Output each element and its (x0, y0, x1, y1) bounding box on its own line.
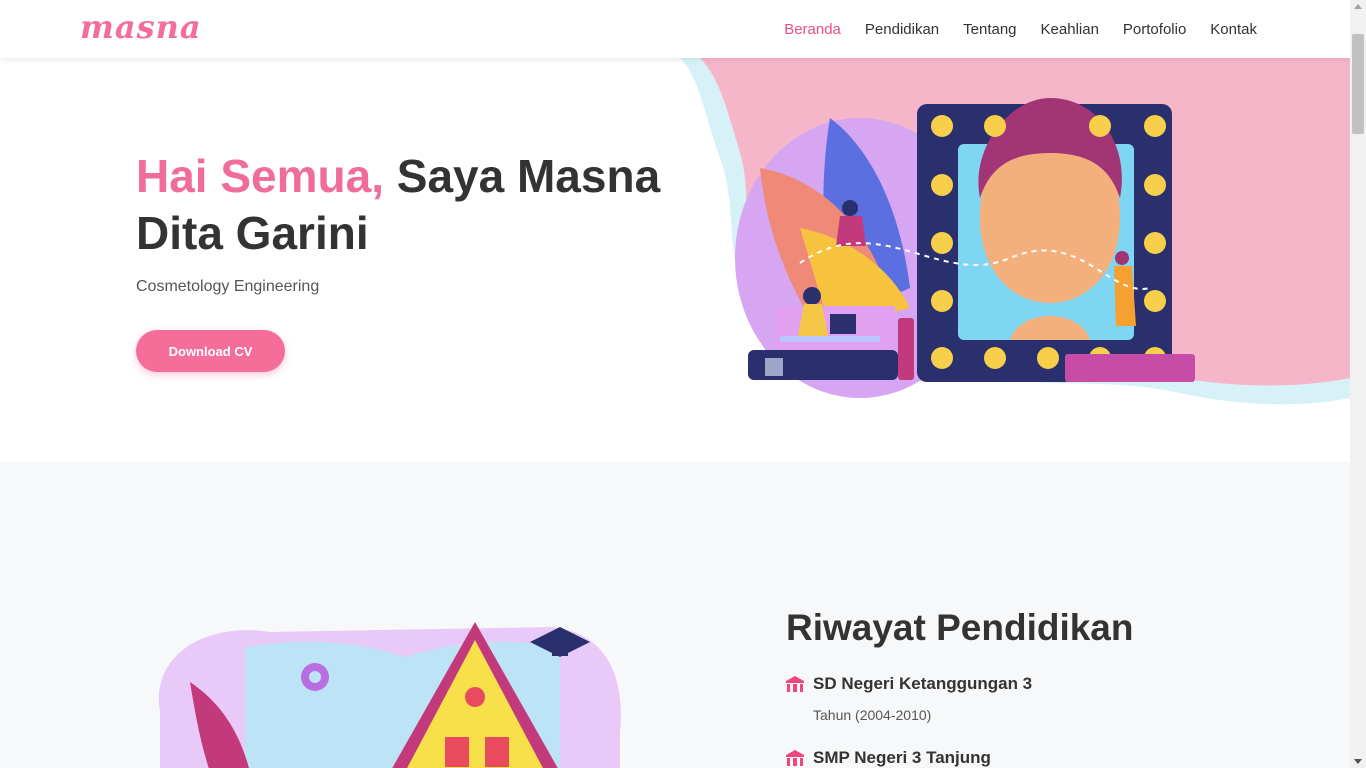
page: masna Beranda Pendidikan Tentang Keahlia… (0, 0, 1350, 768)
education-title: Riwayat Pendidikan (786, 607, 1134, 648)
hero-illustration (680, 58, 1350, 405)
scroll-down-arrow-icon[interactable] (1354, 759, 1362, 764)
nav-item-kontak[interactable]: Kontak (1210, 21, 1257, 38)
education-illustration (158, 622, 621, 768)
school-icon (786, 676, 804, 692)
hero-greeting: Hai Semua, (136, 150, 384, 202)
school-name: SD Negeri Ketanggungan 3 (813, 674, 1033, 693)
site-logo[interactable]: masna (80, 8, 202, 46)
education-section: Riwayat Pendidikan SD Negeri Ketanggunga… (0, 462, 1350, 768)
navbar: masna Beranda Pendidikan Tentang Keahlia… (0, 0, 1350, 58)
school-name: SMP Negeri 3 Tanjung (813, 748, 991, 767)
school-year: Tahun (2004-2010) (813, 707, 932, 723)
nav-item-tentang[interactable]: Tentang (963, 21, 1016, 38)
scroll-up-arrow-icon[interactable] (1354, 4, 1362, 9)
nav-item-portofolio[interactable]: Portofolio (1123, 21, 1186, 38)
hero-subtitle: Cosmetology Engineering (136, 278, 320, 295)
nav-item-beranda[interactable]: Beranda (784, 21, 841, 38)
page-scrollbar[interactable] (1350, 0, 1366, 768)
scroll-thumb[interactable] (1352, 34, 1364, 134)
nav-item-keahlian[interactable]: Keahlian (1041, 21, 1099, 38)
download-cv-button[interactable]: Download CV (136, 330, 285, 372)
nav-item-pendidikan[interactable]: Pendidikan (865, 21, 939, 38)
hero-title: Hai Semua, Saya Masna Dita Garini (136, 148, 676, 262)
school-item: SMP Negeri 3 Tanjung (786, 748, 991, 768)
school-icon (786, 750, 804, 766)
hero-section: Hai Semua, Saya Masna Dita Garini Cosmet… (0, 58, 1350, 462)
main-nav: Beranda Pendidikan Tentang Keahlian Port… (784, 0, 1257, 58)
school-item: SD Negeri Ketanggungan 3 (786, 674, 1032, 694)
